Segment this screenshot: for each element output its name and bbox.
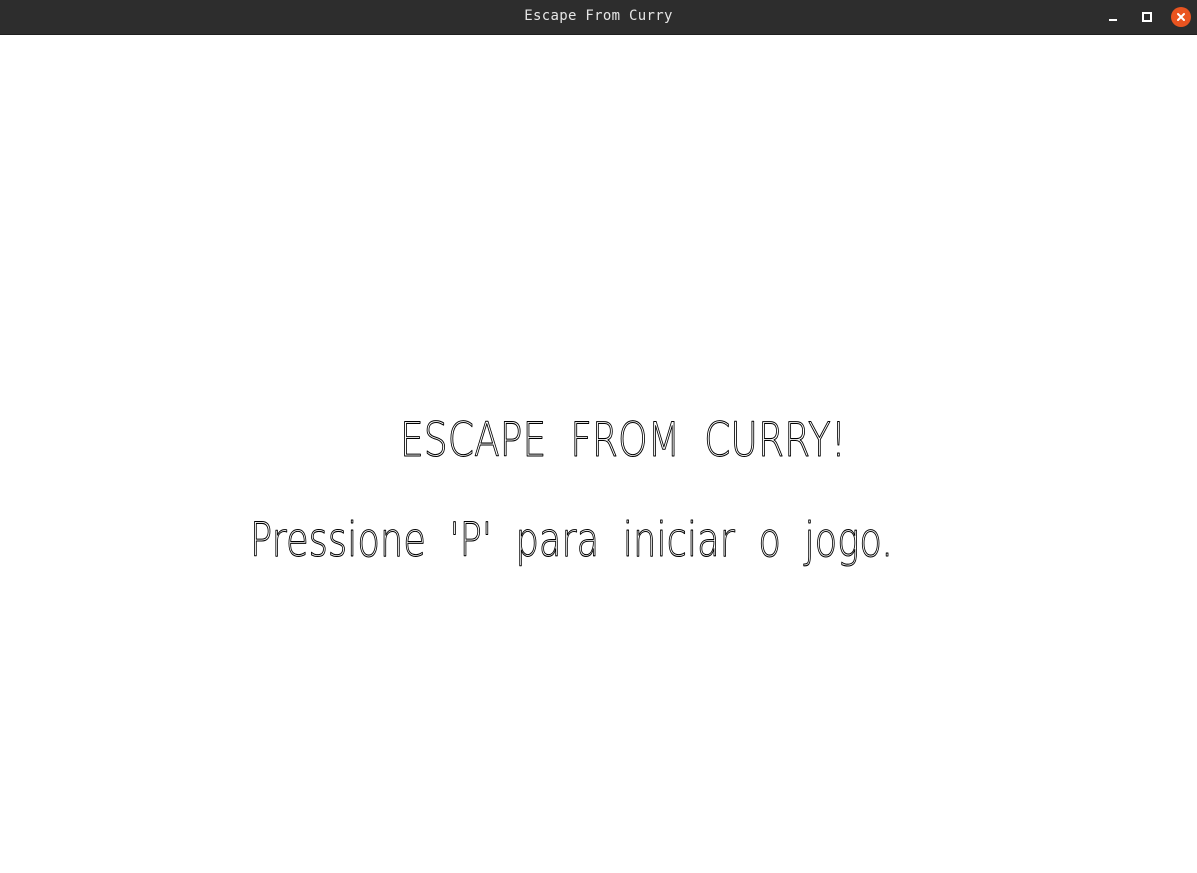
window-title: Escape From Curry bbox=[524, 8, 673, 24]
maximize-icon bbox=[1142, 12, 1152, 22]
game-heading: ESCAPE FROM CURRY! bbox=[400, 413, 846, 468]
minimize-button[interactable] bbox=[1103, 7, 1123, 27]
game-window: Escape From Curry ESCAPE FROM CURRY! Pre… bbox=[0, 0, 1197, 873]
start-prompt: Pressione 'P' para iniciar o jogo. bbox=[250, 513, 893, 568]
close-button[interactable] bbox=[1171, 7, 1191, 27]
close-icon bbox=[1177, 13, 1185, 21]
game-canvas[interactable]: ESCAPE FROM CURRY! Pressione 'P' para in… bbox=[0, 35, 1197, 873]
minimize-icon bbox=[1109, 19, 1117, 21]
maximize-button[interactable] bbox=[1137, 7, 1157, 27]
game-screen: ESCAPE FROM CURRY! Pressione 'P' para in… bbox=[249, 412, 893, 568]
title-bar[interactable]: Escape From Curry bbox=[0, 0, 1197, 35]
